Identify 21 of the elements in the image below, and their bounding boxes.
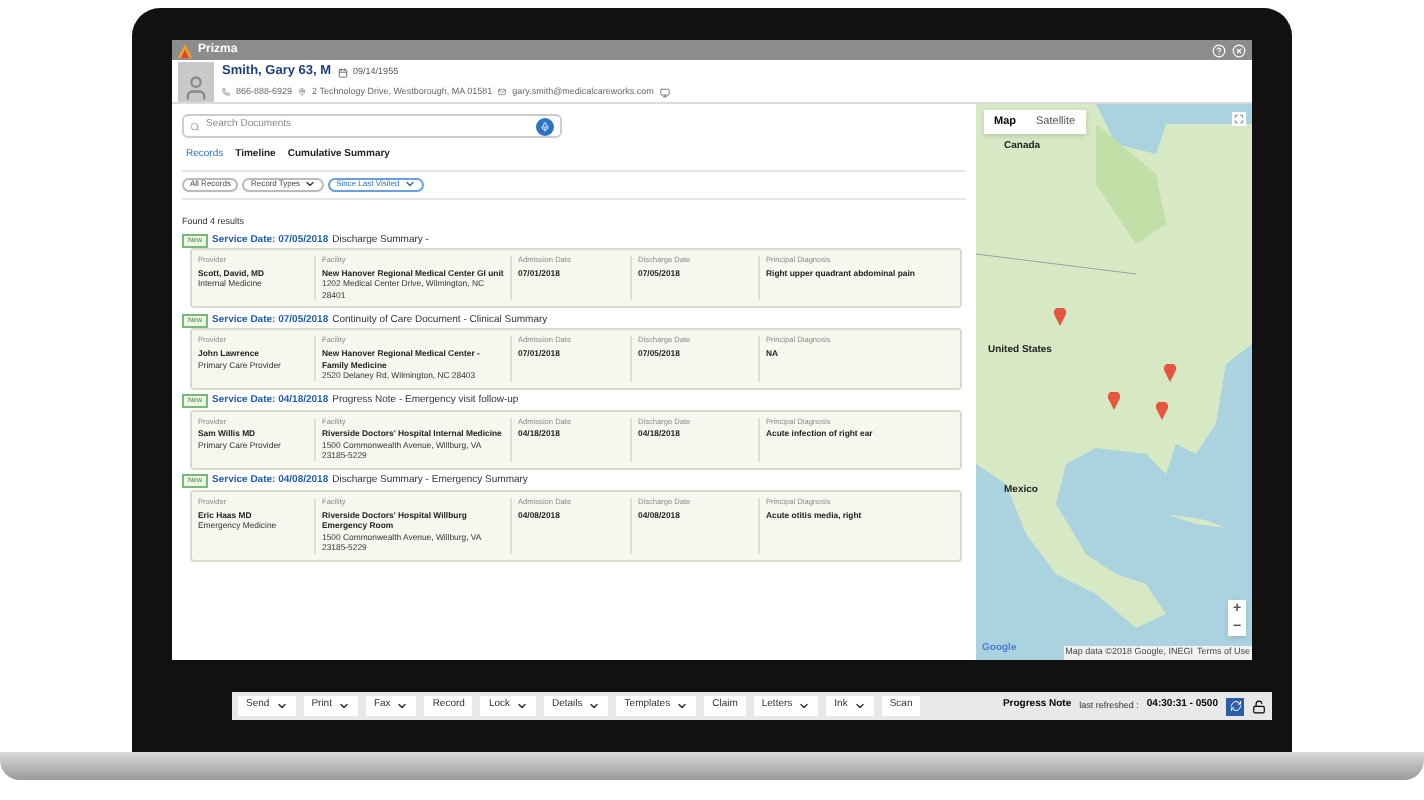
map-pin-icon[interactable] bbox=[1053, 308, 1066, 327]
mail-icon bbox=[498, 88, 507, 97]
help-icon[interactable] bbox=[1212, 43, 1226, 57]
search-icon bbox=[190, 121, 200, 131]
record-card[interactable] bbox=[190, 328, 962, 390]
microphone-button[interactable] bbox=[536, 117, 554, 135]
monitor-icon bbox=[659, 87, 670, 98]
phone-icon bbox=[222, 88, 230, 97]
refresh-button[interactable] bbox=[1226, 697, 1244, 715]
record-card[interactable] bbox=[190, 248, 962, 309]
fullscreen-icon[interactable] bbox=[1232, 112, 1246, 126]
unlock-icon[interactable] bbox=[1252, 699, 1266, 713]
location-pin-icon bbox=[298, 88, 307, 97]
map-pin-icon[interactable] bbox=[1108, 391, 1121, 410]
record-card[interactable] bbox=[190, 489, 962, 561]
close-icon[interactable] bbox=[1232, 43, 1246, 57]
map-pin-icon[interactable] bbox=[1163, 363, 1176, 382]
calendar-icon bbox=[337, 67, 348, 78]
record-card[interactable] bbox=[190, 409, 962, 470]
map-pin-icon[interactable] bbox=[1155, 402, 1168, 421]
logo-icon bbox=[178, 43, 192, 57]
